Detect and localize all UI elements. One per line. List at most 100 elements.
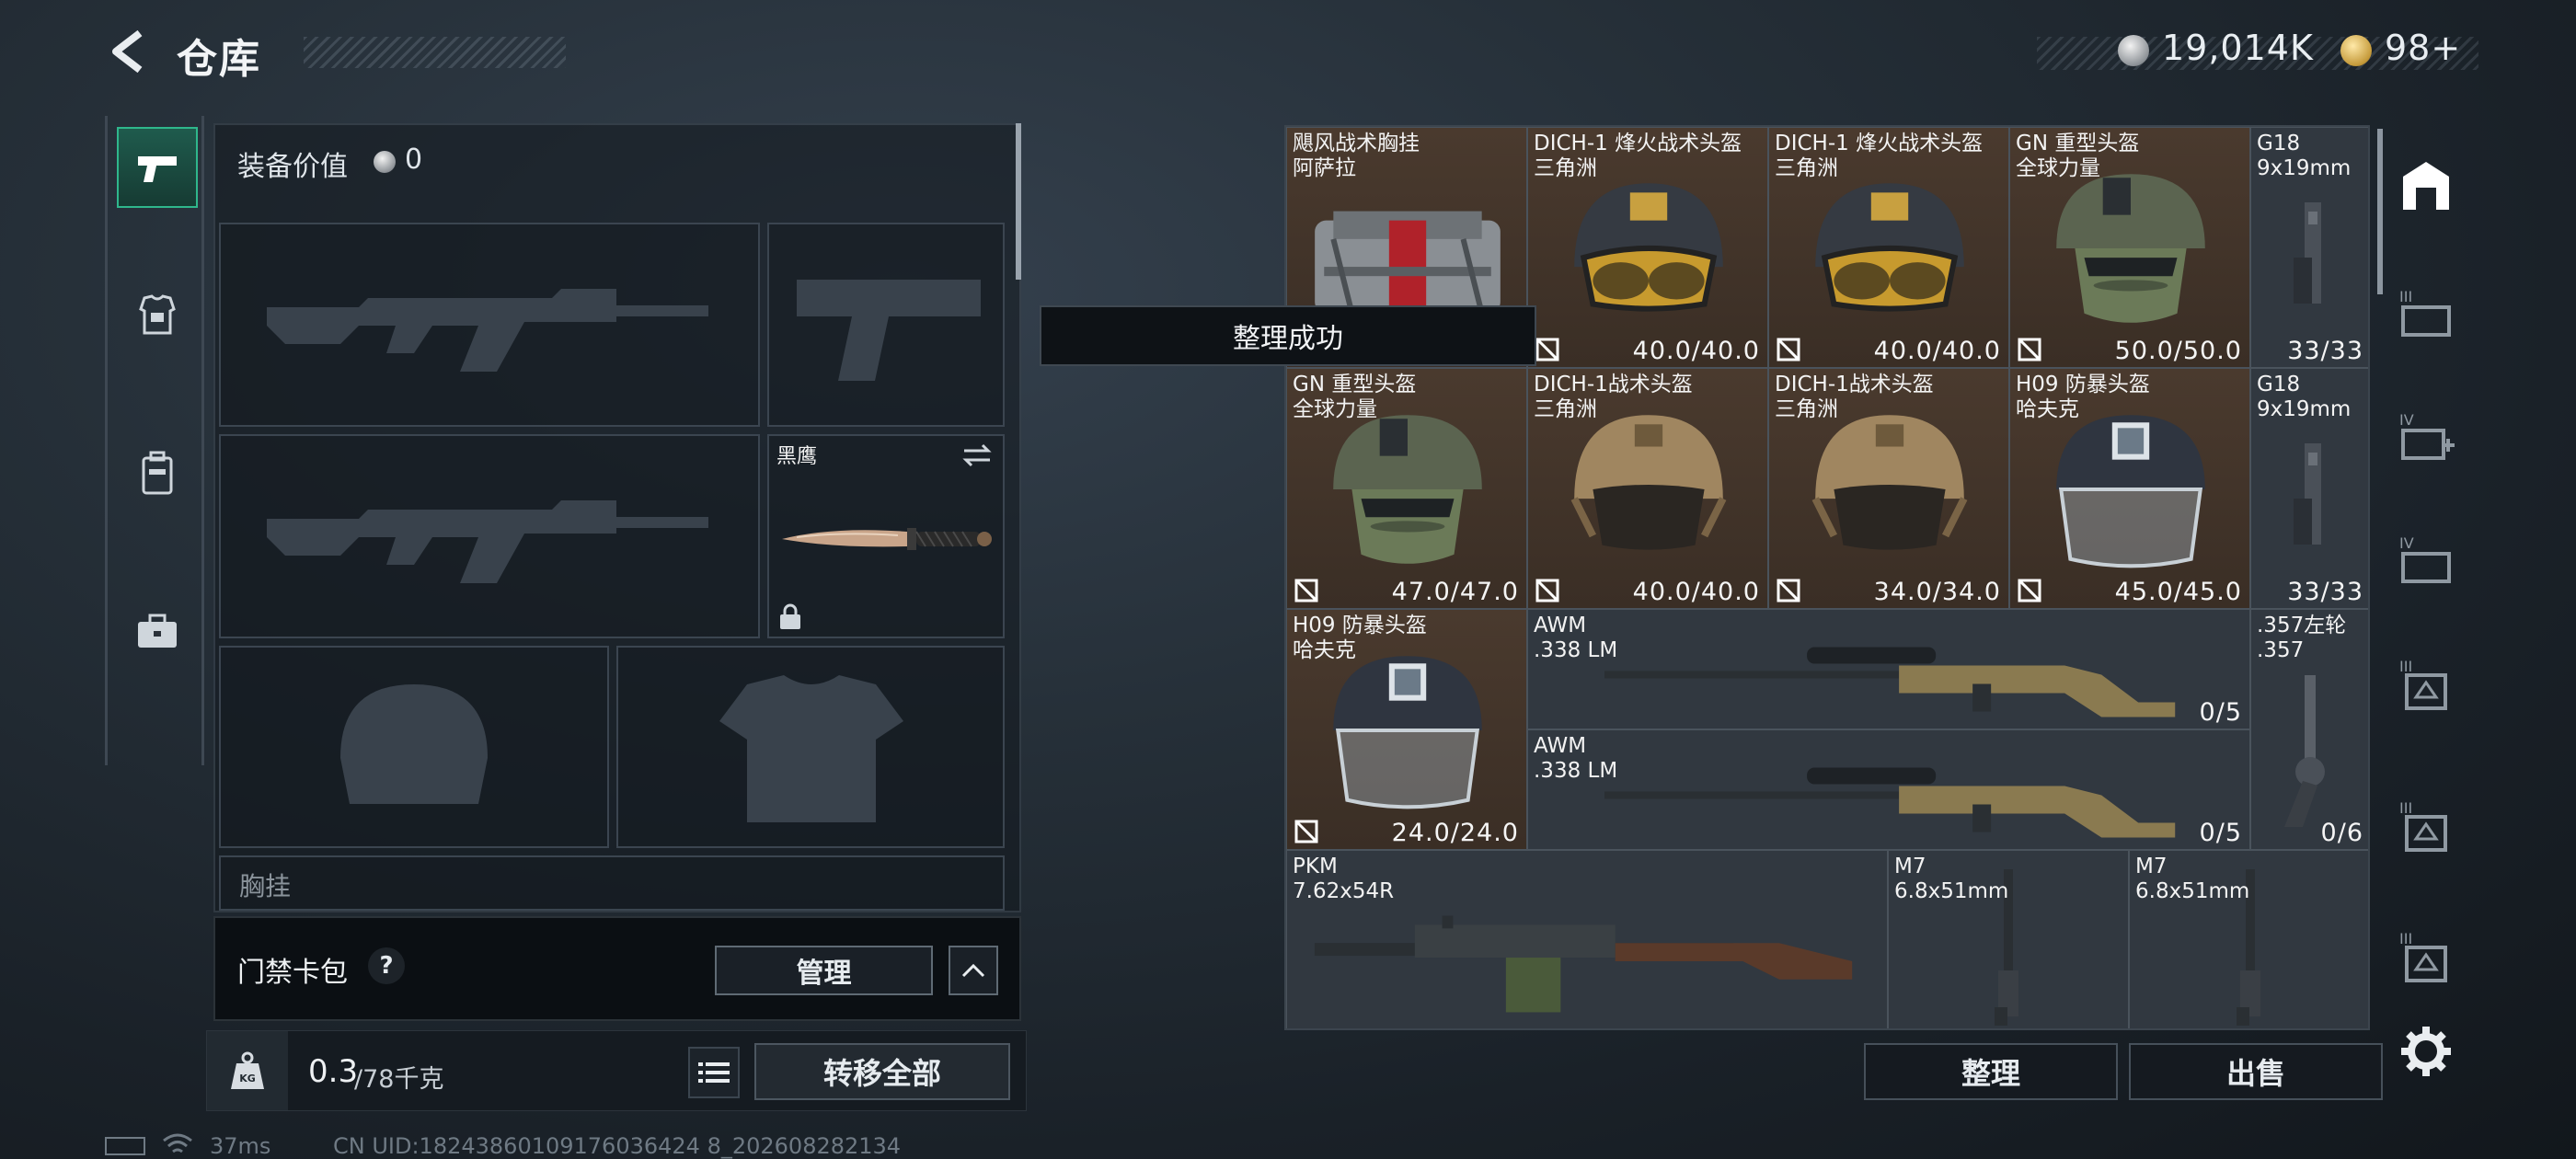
inventory-item[interactable]: GN 重型头盔 全球力量 47.0/47.0 [1286,368,1527,609]
inventory-item[interactable]: DICH-1战术头盔 三角洲 34.0/34.0 [1768,368,2009,609]
svg-text:III: III [2399,930,2412,947]
silver-currency-value: 19,014K [2162,28,2314,68]
swap-icon[interactable] [960,442,994,469]
item-name: PKM 7.62x54R [1293,855,1395,903]
tier4-add-icon[interactable]: IV [2394,405,2458,469]
item-durability: 0/5 [2199,698,2242,727]
primary-weapon-slot[interactable] [219,223,760,427]
item-durability: 24.0/24.0 [1391,819,1519,847]
battery-icon [105,1137,145,1155]
repair-disabled-icon [1294,820,1318,843]
inventory-item[interactable]: M7 6.8x51mm [1888,850,2129,1028]
inventory-item[interactable]: G18 9x19mm 33/33 [2250,368,2368,609]
sidebar-item-armor[interactable] [117,274,198,355]
repair-disabled-icon [1535,338,1559,361]
tier3-box-icon[interactable]: III [2394,281,2458,346]
item-name: DICH-1战术头盔 三角洲 [1534,373,1693,421]
loadout-panel: 装备价值 0 黑鹰 胸挂 [213,123,1021,912]
item-durability: 40.0/40.0 [1873,337,2001,365]
item-name: H09 防暴头盔 哈夫克 [1293,614,1427,662]
inventory-item[interactable]: H09 防暴头盔 哈夫克 45.0/45.0 [2009,368,2250,609]
sell-button[interactable]: 出售 [2129,1043,2383,1100]
item-durability: 40.0/40.0 [1632,578,1760,606]
tier3-bag-icon[interactable]: III [2394,793,2458,857]
silver-coin-icon [2118,35,2149,66]
sidebar-item-backpack[interactable] [117,432,198,513]
repair-disabled-icon [1535,579,1559,602]
weight-max: /78千克 [354,1065,444,1094]
inventory-item[interactable]: DICH-1战术头盔 三角洲 40.0/40.0 [1527,368,1768,609]
sidebar-item-weapons[interactable] [117,127,198,208]
gold-currency-value: 98+ [2385,28,2462,68]
item-durability: 34.0/34.0 [1873,578,2001,606]
item-durability: 47.0/47.0 [1391,578,1519,606]
weight-icon: KG [231,1051,264,1089]
item-name: H09 防暴头盔 哈夫克 [2016,373,2150,421]
inventory-item[interactable]: AWM .338 LM 0/5 [1527,609,2250,729]
melee-slot[interactable]: 黑鹰 [767,434,1005,638]
armor-silhouette [719,675,903,822]
tier3-bag-icon[interactable]: III [2394,924,2458,988]
item-durability: 50.0/50.0 [2114,337,2242,365]
back-arrow-icon[interactable] [103,26,155,77]
primary-weapon-slot-2[interactable] [219,434,760,638]
inventory-item[interactable]: H09 防暴头盔 哈夫克 24.0/24.0 [1286,609,1527,850]
item-name: .357左轮 .357 [2257,614,2347,662]
sort-button[interactable]: 整理 [1864,1043,2118,1100]
repair-disabled-icon [2018,579,2041,602]
item-durability: 33/33 [2287,578,2363,606]
loadout-scrollbar[interactable] [1016,123,1021,280]
item-name: DICH-1 烽火战术头盔 三角洲 [1534,132,1742,180]
secondary-weapon-slot[interactable] [767,223,1005,427]
item-name: 飓风战术胸挂 阿萨拉 [1293,132,1420,180]
list-view-button[interactable] [688,1047,740,1098]
weight-current: 0.3 [308,1053,359,1090]
armor-slot[interactable] [616,646,1005,848]
pistol-icon [138,156,177,182]
lock-icon [780,603,800,629]
sidebar-item-briefcase[interactable] [117,591,198,671]
helmet-slot[interactable] [219,646,609,848]
title-decoration [304,37,566,68]
manage-button[interactable]: 管理 [715,946,933,995]
stash-icon[interactable] [2394,155,2458,219]
briefcase-icon [138,614,177,648]
repair-disabled-icon [1294,579,1318,602]
ping-text: 37ms [210,1133,271,1159]
equipment-value: 0 [405,143,423,176]
inventory-item[interactable]: AWM .338 LM 0/5 [1527,729,2250,850]
item-durability: 40.0/40.0 [1632,337,1760,365]
item-durability: 45.0/45.0 [2114,578,2242,606]
chest-rig-label: 胸挂 [239,871,292,901]
item-name: AWM .338 LM [1534,614,1618,662]
help-icon[interactable]: ? [368,947,405,984]
inventory-item[interactable]: M7 6.8x51mm [2129,850,2368,1028]
svg-text:III: III [2399,658,2412,675]
inventory-item[interactable]: DICH-1 烽火战术头盔 三角洲 40.0/40.0 [1527,127,1768,368]
backpack-icon [142,451,173,495]
item-durability: 0/6 [2320,819,2363,847]
inventory-item[interactable]: PKM 7.62x54R [1286,850,1888,1028]
tier3-bag-icon[interactable]: III [2394,651,2458,716]
silver-coin-icon [374,151,396,173]
armor-icon [139,294,176,335]
transfer-all-button[interactable]: 转移全部 [754,1043,1010,1100]
tier4-box-icon[interactable]: IV [2394,528,2458,592]
inventory-item[interactable]: .357左轮 .357 0/6 [2250,609,2368,850]
settings-icon[interactable] [2394,1019,2458,1084]
inventory-item[interactable]: GN 重型头盔 全球力量 50.0/50.0 [2009,127,2250,368]
chest-rig-slot[interactable]: 胸挂 [219,855,1005,911]
weight-icon-box: KG [207,1031,288,1110]
inventory-item[interactable]: DICH-1 烽火战术头盔 三角洲 40.0/40.0 [1768,127,2009,368]
svg-text:IV: IV [2399,534,2414,552]
svg-text:III: III [2399,288,2412,305]
page-title: 仓库 [177,36,261,83]
rifle-silhouette [267,289,708,372]
gold-coin-icon [2340,35,2372,66]
item-name: M7 6.8x51mm [2135,855,2250,903]
inventory-scrollbar[interactable] [2377,129,2383,294]
collapse-button[interactable] [949,946,998,995]
list-icon [698,1062,730,1083]
inventory-item[interactable]: G18 9x19mm 33/33 [2250,127,2368,368]
svg-text:III: III [2399,799,2412,817]
